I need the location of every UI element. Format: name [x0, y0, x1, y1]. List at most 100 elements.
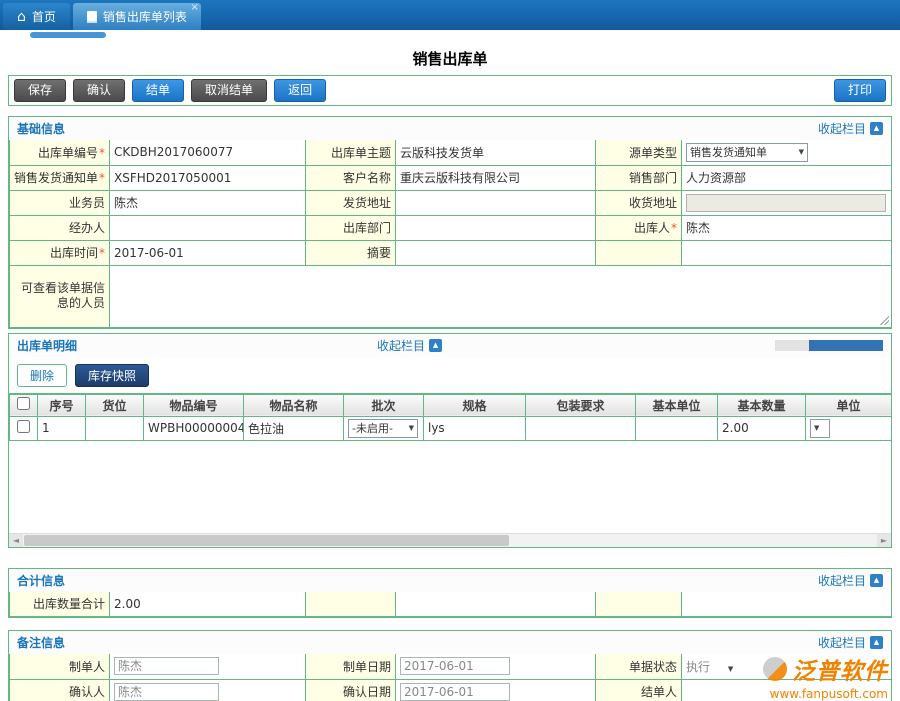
tab-close-icon[interactable]: × [191, 3, 199, 13]
detail-bottom-scrollbar-thumb[interactable] [24, 535, 509, 546]
handler-label: 经办人 [10, 215, 110, 240]
total-collapse-label: 收起栏目 [818, 572, 866, 589]
basic-info-section: 基础信息 收起栏目 ▲ 出库单编号 CKDBH2017060077 出库单主题 … [8, 116, 892, 329]
detail-collapse-label: 收起栏目 [377, 337, 425, 354]
empty-value-cell [396, 592, 596, 617]
total-header: 合计信息 收起栏目 ▲ [9, 569, 891, 592]
cell-base-unit[interactable] [636, 416, 718, 440]
cell-location[interactable] [86, 416, 144, 440]
basic-row-5: 出库时间 2017-06-01 摘要 [10, 240, 892, 265]
print-button[interactable]: 打印 [834, 79, 886, 102]
basic-row-4: 经办人 出库部门 出库人 陈杰 [10, 215, 892, 240]
ship-addr-label: 发货地址 [306, 190, 396, 215]
cancel-settle-button[interactable]: 取消结单 [191, 79, 267, 102]
salesman-value[interactable]: 陈杰 [110, 190, 306, 215]
cell-item-name[interactable]: 色拉油 [244, 416, 344, 440]
detail-header: 出库单明细 收起栏目 ▲ [9, 334, 891, 357]
handler-value[interactable] [110, 215, 306, 240]
scroll-right-icon[interactable]: ► [877, 534, 891, 547]
detail-collapse-link[interactable]: 收起栏目 ▲ [377, 337, 442, 354]
confirm-button[interactable]: 确认 [73, 79, 125, 102]
notice-value[interactable]: XSFHD2017050001 [110, 165, 306, 190]
status-caret-icon[interactable]: ▼ [728, 665, 733, 673]
dropdown-caret-icon: ▼ [409, 424, 414, 432]
cell-seq: 1 [38, 416, 86, 440]
out-dept-value[interactable] [396, 215, 596, 240]
detail-empty-area [9, 441, 891, 533]
cell-spec[interactable]: lys [424, 416, 526, 440]
row-checkbox[interactable] [17, 420, 30, 433]
status-label: 单据状态 [596, 654, 682, 679]
total-table: 出库数量合计 2.00 [9, 592, 892, 618]
resize-grip-icon[interactable] [879, 315, 889, 325]
basic-row-3: 业务员 陈杰 发货地址 收货地址 [10, 190, 892, 215]
stock-snapshot-button[interactable]: 库存快照 [75, 364, 149, 387]
create-date-input[interactable]: 2017-06-01 [400, 657, 510, 675]
out-person-value[interactable]: 陈杰 [682, 215, 892, 240]
delete-button[interactable]: 删除 [17, 364, 67, 387]
col-item-no: 物品编号 [144, 394, 244, 416]
detail-section: 出库单明细 收起栏目 ▲ 删除 库存快照 序号 货位 物品编号 物品名称 批次 … [8, 333, 892, 548]
detail-table: 序号 货位 物品编号 物品名称 批次 规格 包装要求 基本单位 基本数量 单位 … [9, 394, 892, 441]
confirm-date-input[interactable]: 2017-06-01 [400, 683, 510, 701]
order-no-label: 出库单编号 [38, 146, 105, 160]
batch-select[interactable]: -未启用- ▼ [348, 419, 418, 438]
toolbar: 保存 确认 结单 取消结单 返回 打印 [8, 75, 892, 106]
customer-value[interactable]: 重庆云版科技有限公司 [396, 165, 596, 190]
ship-addr-value[interactable] [396, 190, 596, 215]
cell-item-no[interactable]: WPBH00000004 [144, 416, 244, 440]
confirmer-input[interactable]: 陈杰 [114, 683, 219, 701]
customer-label: 客户名称 [306, 165, 396, 190]
out-time-value[interactable]: 2017-06-01 [110, 240, 306, 265]
empty-value-cell [682, 240, 892, 265]
collapse-up-icon: ▲ [870, 574, 883, 587]
remark-section: 备注信息 收起栏目 ▲ 制单人 陈杰 制单日期 2017-06-01 单据状态 … [8, 630, 892, 701]
total-title: 合计信息 [17, 572, 65, 589]
order-no-value[interactable]: CKDBH2017060077 [110, 140, 306, 165]
source-type-select[interactable]: 销售发货通知单 ▼ [686, 143, 808, 162]
detail-top-scrollbar [775, 340, 883, 351]
collapse-up-icon: ▲ [429, 339, 442, 352]
settle-button[interactable]: 结单 [132, 79, 184, 102]
confirm-date-label: 确认日期 [306, 679, 396, 701]
tab-home[interactable]: ⌂ 首页 [3, 3, 70, 30]
col-item-name: 物品名称 [244, 394, 344, 416]
sales-dept-value[interactable]: 人力资源部 [682, 165, 892, 190]
top-scrollbar [0, 30, 900, 42]
cell-base-qty[interactable]: 2.00 [718, 416, 806, 440]
detail-top-scrollbar-thumb[interactable] [809, 340, 883, 351]
save-button[interactable]: 保存 [14, 79, 66, 102]
dropdown-caret-icon: ▼ [799, 148, 804, 156]
unit-select[interactable]: ▼ [810, 419, 830, 438]
total-collapse-link[interactable]: 收起栏目 ▲ [818, 572, 883, 589]
confirmer-label: 确认人 [10, 679, 110, 701]
notice-label: 销售发货通知单 [14, 171, 105, 185]
top-scrollbar-thumb[interactable] [30, 32, 106, 38]
batch-selected: -未启用- [352, 420, 393, 436]
detail-data-row: 1 WPBH00000004 色拉油 -未启用- ▼ lys 2.00 ▼ [10, 416, 892, 440]
creator-input[interactable]: 陈杰 [114, 657, 219, 675]
sales-dept-label: 销售部门 [596, 165, 682, 190]
basic-row-viewers: 可查看该单据信息的人员 [10, 265, 892, 327]
detail-header-row: 序号 货位 物品编号 物品名称 批次 规格 包装要求 基本单位 基本数量 单位 [10, 394, 892, 416]
recv-addr-input[interactable] [686, 194, 886, 212]
detail-button-row: 删除 库存快照 [9, 357, 891, 394]
remark-row-1: 制单人 陈杰 制单日期 2017-06-01 单据状态 执行 ▼ [10, 654, 892, 679]
scroll-left-icon[interactable]: ◄ [9, 534, 23, 547]
basic-collapse-link[interactable]: 收起栏目 ▲ [818, 120, 883, 137]
col-packing: 包装要求 [526, 394, 636, 416]
viewers-textarea[interactable] [110, 265, 892, 327]
select-all-checkbox[interactable] [17, 397, 30, 410]
tab-list-label: 销售出库单列表 [103, 8, 187, 25]
back-button[interactable]: 返回 [274, 79, 326, 102]
tab-sales-outbound-list[interactable]: 销售出库单列表 × [73, 3, 201, 30]
remark-collapse-link[interactable]: 收起栏目 ▲ [818, 634, 883, 651]
collapse-up-icon: ▲ [870, 122, 883, 135]
out-time-label: 出库时间 [50, 246, 105, 260]
page-title: 销售出库单 [0, 42, 900, 73]
subject-value[interactable]: 云版科技发货单 [396, 140, 596, 165]
detail-bottom-scrollbar: ◄ ► [9, 533, 891, 547]
tab-bar: ⌂ 首页 销售出库单列表 × [0, 0, 900, 30]
summary-value[interactable] [396, 240, 596, 265]
cell-packing[interactable] [526, 416, 636, 440]
